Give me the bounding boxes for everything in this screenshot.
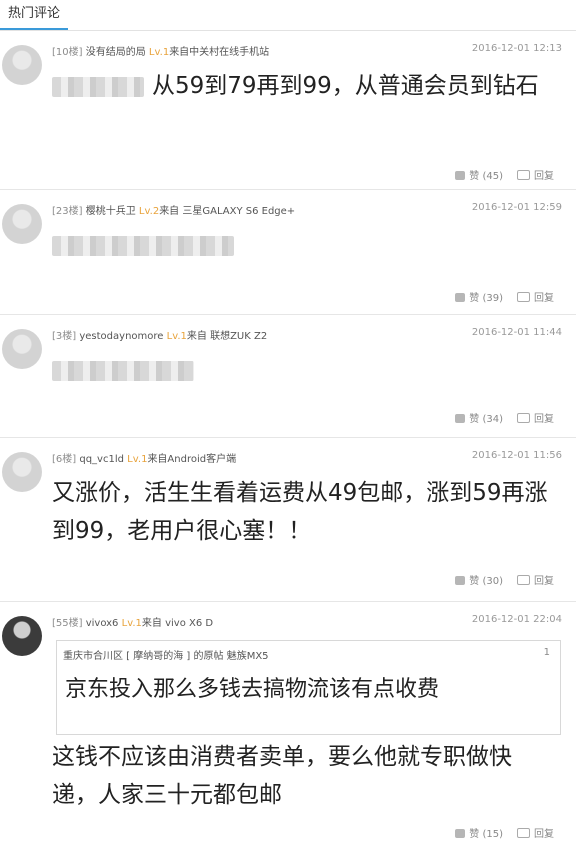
blurred-text [52, 235, 234, 256]
user-level: Lv.1 [148, 47, 170, 58]
floor-number: [3楼] [52, 331, 77, 342]
reply-icon [517, 292, 530, 302]
comment-meta: [3楼] yestodaynomore Lv.1来自 联想ZUK Z2 [52, 327, 267, 342]
floor-number: [6楼] [52, 454, 77, 465]
quoted-post[interactable]: 重庆市合川区 [ 摩纳哥的海 ] 的原帖 魅族MX5 1 京东投入那么多钱去搞物… [56, 640, 561, 735]
comment-item: [23楼] 樱桃十兵卫 Lv.2来自 三星GALAXY S6 Edge+ 201… [0, 190, 576, 315]
user-level: Lv.1 [127, 454, 148, 465]
like-button[interactable]: 赞 (45) [455, 171, 503, 182]
quoted-post-text: 京东投入那么多钱去搞物流该有点收费 [65, 677, 440, 702]
avatar[interactable] [2, 452, 42, 492]
comment-actions: 赞 (45) 回复 [455, 167, 554, 182]
comment-meta: [6楼] qq_vc1ld Lv.1来自Android客户端 [52, 450, 236, 465]
like-button[interactable]: 赞 (39) [455, 293, 503, 304]
comment-text: 这钱不应该由消费者卖单，要么他就专职做快递，人家三十元都包邮 [52, 744, 512, 808]
comment-meta: [55楼] vivox6 Lv.1来自 vivo X6 D [52, 614, 213, 629]
comment-text: 从59到79再到99，从普通会员到钻石 [52, 67, 557, 105]
floor-number: [23楼] [52, 206, 83, 217]
avatar[interactable] [2, 616, 42, 656]
blurred-text [52, 76, 144, 97]
avatar[interactable] [2, 45, 42, 85]
comment-time: 2016-12-01 11:44 [471, 327, 562, 338]
comment-source: 来自 vivo X6 D [141, 618, 214, 629]
thumbs-up-icon [455, 576, 466, 585]
comment-meta: [23楼] 樱桃十兵卫 Lv.2来自 三星GALAXY S6 Edge+ [52, 202, 295, 217]
thumbs-up-icon [455, 414, 466, 423]
comment-source: 来自中关村在线手机站 [169, 47, 270, 58]
comment-text [52, 226, 557, 264]
floor-number: [10楼] [52, 47, 83, 58]
comment-actions: 赞 (30) 回复 [455, 572, 554, 587]
comment-text [52, 351, 557, 389]
comment-source: 来自Android客户端 [147, 454, 237, 465]
comment-time: 2016-12-01 22:04 [471, 614, 562, 625]
reply-icon [517, 575, 530, 585]
reply-button[interactable]: 回复 [534, 414, 554, 425]
comment-source: 来自 联想ZUK Z2 [186, 331, 268, 342]
user-level: Lv.1 [166, 331, 187, 342]
user-level: Lv.1 [121, 618, 142, 629]
comment-time: 2016-12-01 11:56 [471, 450, 562, 461]
like-button[interactable]: 赞 (15) [455, 829, 503, 840]
user-level: Lv.2 [138, 206, 160, 217]
reply-button[interactable]: 回复 [534, 576, 554, 587]
quoted-post-meta: 重庆市合川区 [ 摩纳哥的海 ] 的原帖 魅族MX5 [63, 651, 269, 662]
avatar[interactable] [2, 329, 42, 369]
comment-time: 2016-12-01 12:13 [471, 43, 562, 54]
like-button[interactable]: 赞 (30) [455, 576, 503, 587]
reply-icon [517, 413, 530, 423]
username[interactable]: 樱桃十兵卫 [86, 206, 136, 217]
tab-hot-comments[interactable]: 热门评论 [0, 0, 68, 30]
reply-icon [517, 170, 530, 180]
username[interactable]: vivox6 [86, 618, 119, 629]
username[interactable]: yestodaynomore [79, 331, 163, 342]
like-button[interactable]: 赞 (34) [455, 414, 503, 425]
comment-item: [10楼] 没有结局的局 Lv.1来自中关村在线手机站 2016-12-01 1… [0, 31, 576, 190]
reply-button[interactable]: 回复 [534, 293, 554, 304]
username[interactable]: qq_vc1ld [79, 454, 124, 465]
comment-text: 又涨价，活生生看着运费从49包邮，涨到59再涨到99，老用户很心塞！！ [52, 480, 548, 544]
comment-actions: 赞 (15) 回复 [455, 825, 554, 840]
blurred-text [52, 360, 194, 381]
username[interactable]: 没有结局的局 [86, 47, 146, 58]
thumbs-up-icon [455, 171, 466, 180]
reply-button[interactable]: 回复 [534, 171, 554, 182]
comment-time: 2016-12-01 12:59 [471, 202, 562, 213]
comment-item: [3楼] yestodaynomore Lv.1来自 联想ZUK Z2 2016… [0, 315, 576, 438]
reply-button[interactable]: 回复 [534, 829, 554, 840]
tab-bar: 热门评论 [0, 0, 576, 31]
quoted-post-number: 1 [543, 647, 550, 658]
reply-icon [517, 828, 530, 838]
thumbs-up-icon [455, 293, 466, 302]
avatar[interactable] [2, 204, 42, 244]
comment-item: [6楼] qq_vc1ld Lv.1来自Android客户端 2016-12-0… [0, 438, 576, 602]
thumbs-up-icon [455, 829, 466, 838]
comment-actions: 赞 (39) 回复 [455, 289, 554, 304]
comment-meta: [10楼] 没有结局的局 Lv.1来自中关村在线手机站 [52, 43, 269, 58]
floor-number: [55楼] [52, 618, 83, 629]
comment-source: 来自 三星GALAXY S6 Edge+ [159, 206, 296, 217]
comment-actions: 赞 (34) 回复 [455, 410, 554, 425]
